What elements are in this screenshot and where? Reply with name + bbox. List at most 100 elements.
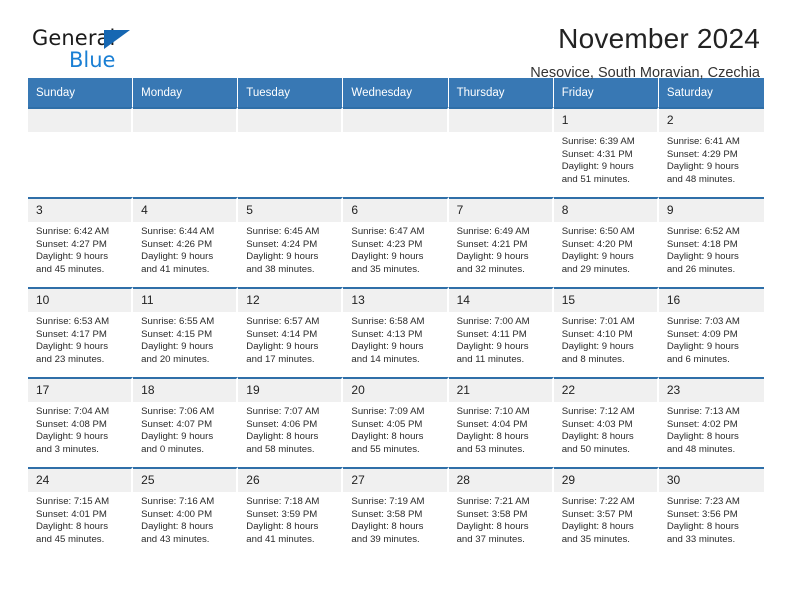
sunset-text: Sunset: 4:01 PM xyxy=(36,508,107,520)
daylight-text-line1: Daylight: 9 hours xyxy=(456,251,529,263)
day-sun-details: Sunrise: 7:13 AM Sunset: 4:02 PM Daylight:… xyxy=(659,402,764,456)
sunrise-text: Sunrise: 7:07 AM xyxy=(246,406,320,417)
daylight-text-line1: Daylight: 9 hours xyxy=(351,341,424,353)
sunset-text: Sunset: 4:05 PM xyxy=(351,418,423,430)
sunrise-text: Sunrise: 7:04 AM xyxy=(36,406,110,417)
calendar-day-cell[interactable]: 18 Sunrise: 7:06 AM Sunset: 4:07 PM Dayligh… xyxy=(133,377,239,467)
calendar-day-cell[interactable]: 15 Sunrise: 7:01 AM Sunset: 4:10 PM Dayligh… xyxy=(553,287,659,377)
day-number: 24 xyxy=(28,469,132,492)
calendar-day-cell[interactable]: 27 Sunrise: 7:19 AM Sunset: 3:58 PM Dayligh… xyxy=(343,467,449,557)
sunset-text: Sunset: 3:58 PM xyxy=(456,508,528,520)
calendar-day-cell[interactable]: 2 Sunrise: 6:41 AM Sunset: 4:29 PM Daylight… xyxy=(658,107,764,197)
sunrise-text: Sunrise: 7:18 AM xyxy=(246,496,320,507)
day-sun-details: Sunrise: 7:16 AM Sunset: 4:00 PM Daylight:… xyxy=(133,492,236,546)
calendar-day-cell[interactable]: 30 Sunrise: 7:23 AM Sunset: 3:56 PM Dayligh… xyxy=(658,467,764,557)
day-sun-details: Sunrise: 7:23 AM Sunset: 3:56 PM Daylight:… xyxy=(659,492,764,546)
daylight-text-line2: and 20 minutes. xyxy=(141,353,210,365)
calendar-day-cell[interactable]: 11 Sunrise: 6:55 AM Sunset: 4:15 PM Dayligh… xyxy=(133,287,239,377)
calendar-day-cell[interactable]: 20 Sunrise: 7:09 AM Sunset: 4:05 PM Dayligh… xyxy=(343,377,449,467)
title-block: November 2024 Nesovice, South Moravian, … xyxy=(530,22,760,83)
daylight-text-line1: Daylight: 9 hours xyxy=(561,341,634,353)
day-sun-details: Sunrise: 6:47 AM Sunset: 4:23 PM Daylight:… xyxy=(343,222,446,276)
calendar-grid: Sunday Monday Tuesday Wednesday Thursday Frid… xyxy=(28,78,764,557)
daylight-text-line2: and 41 minutes. xyxy=(246,533,315,545)
day-sun-details: Sunrise: 7:00 AM Sunset: 4:11 PM Daylight:… xyxy=(449,312,552,366)
day-number: 20 xyxy=(343,379,447,402)
day-sun-details: Sunrise: 6:39 AM Sunset: 4:31 PM Daylight:… xyxy=(554,132,657,186)
sunset-text: Sunset: 4:14 PM xyxy=(246,328,318,340)
day-sun-details: Sunrise: 6:53 AM Sunset: 4:17 PM Daylight:… xyxy=(28,312,131,366)
day-number xyxy=(238,109,342,132)
day-number: 9 xyxy=(658,199,764,222)
daylight-text-line1: Daylight: 8 hours xyxy=(351,521,424,533)
day-sun-details: Sunrise: 6:42 AM Sunset: 4:27 PM Daylight:… xyxy=(28,222,131,276)
sunrise-text: Sunrise: 6:50 AM xyxy=(561,226,635,237)
day-sun-details: Sunrise: 6:44 AM Sunset: 4:26 PM Daylight:… xyxy=(133,222,236,276)
calendar-day-cell[interactable]: 14 Sunrise: 7:00 AM Sunset: 4:11 PM Dayligh… xyxy=(448,287,554,377)
sunset-text: Sunset: 4:24 PM xyxy=(246,238,318,250)
day-sun-details: Sunrise: 7:21 AM Sunset: 3:58 PM Daylight:… xyxy=(449,492,552,546)
calendar-day-cell[interactable]: 16 Sunrise: 7:03 AM Sunset: 4:09 PM Dayligh… xyxy=(658,287,764,377)
calendar-day-cell[interactable]: 13 Sunrise: 6:58 AM Sunset: 4:13 PM Dayligh… xyxy=(343,287,449,377)
daylight-text-line2: and 48 minutes. xyxy=(666,173,736,185)
daylight-text-line2: and 37 minutes. xyxy=(456,533,525,545)
daylight-text-line2: and 45 minutes. xyxy=(36,263,105,275)
sunrise-text: Sunrise: 7:21 AM xyxy=(456,496,530,507)
day-number: 18 xyxy=(133,379,237,402)
day-sun-details: Sunrise: 7:03 AM Sunset: 4:09 PM Daylight:… xyxy=(659,312,764,366)
daylight-text-line1: Daylight: 9 hours xyxy=(141,341,214,353)
sunrise-text: Sunrise: 7:22 AM xyxy=(561,496,635,507)
calendar-day-cell[interactable]: 25 Sunrise: 7:16 AM Sunset: 4:00 PM Dayligh… xyxy=(133,467,239,557)
daylight-text-line2: and 8 minutes. xyxy=(561,353,625,365)
calendar-day-cell[interactable]: 23 Sunrise: 7:13 AM Sunset: 4:02 PM Dayligh… xyxy=(658,377,764,467)
calendar-day-cell[interactable]: 26 Sunrise: 7:18 AM Sunset: 3:59 PM Dayligh… xyxy=(238,467,344,557)
sunrise-text: Sunrise: 6:49 AM xyxy=(456,226,530,237)
day-sun-details: Sunrise: 7:01 AM Sunset: 4:10 PM Daylight:… xyxy=(554,312,657,366)
sunrise-text: Sunrise: 7:12 AM xyxy=(561,406,635,417)
sunrise-text: Sunrise: 6:47 AM xyxy=(351,226,425,237)
calendar-day-cell[interactable]: 22 Sunrise: 7:12 AM Sunset: 4:03 PM Dayligh… xyxy=(553,377,659,467)
sunrise-text: Sunrise: 6:45 AM xyxy=(246,226,320,237)
calendar-day-cell[interactable]: 3 Sunrise: 6:42 AM Sunset: 4:27 PM Daylight… xyxy=(28,197,134,287)
day-number: 3 xyxy=(28,199,132,222)
daylight-text-line2: and 55 minutes. xyxy=(351,443,420,455)
calendar-day-cell[interactable]: 7 Sunrise: 6:49 AM Sunset: 4:21 PM Daylight… xyxy=(448,197,554,287)
calendar-day-cell[interactable]: 9 Sunrise: 6:52 AM Sunset: 4:18 PM Daylight… xyxy=(658,197,764,287)
calendar-day-cell[interactable]: 17 Sunrise: 7:04 AM Sunset: 4:08 PM Dayligh… xyxy=(28,377,134,467)
weekday-header-wednesday: Wednesday xyxy=(343,78,449,107)
sunset-text: Sunset: 4:00 PM xyxy=(141,508,213,520)
calendar-day-cell[interactable]: 24 Sunrise: 7:15 AM Sunset: 4:01 PM Dayligh… xyxy=(28,467,134,557)
calendar-day-cell[interactable]: 19 Sunrise: 7:07 AM Sunset: 4:06 PM Dayligh… xyxy=(238,377,344,467)
calendar-day-cell[interactable]: 10 Sunrise: 6:53 AM Sunset: 4:17 PM Dayligh… xyxy=(28,287,134,377)
daylight-text-line2: and 26 minutes. xyxy=(666,263,736,275)
daylight-text-line1: Daylight: 9 hours xyxy=(561,161,634,173)
sunset-text: Sunset: 4:08 PM xyxy=(36,418,107,430)
daylight-text-line2: and 48 minutes. xyxy=(666,443,736,455)
calendar-day-cell[interactable]: 1 Sunrise: 6:39 AM Sunset: 4:31 PM Daylight… xyxy=(553,107,659,197)
daylight-text-line1: Daylight: 9 hours xyxy=(561,251,634,263)
calendar-day-cell[interactable]: 5 Sunrise: 6:45 AM Sunset: 4:24 PM Daylight… xyxy=(238,197,344,287)
day-number: 15 xyxy=(553,289,657,312)
day-number: 4 xyxy=(133,199,237,222)
daylight-text-line1: Daylight: 8 hours xyxy=(351,431,424,443)
day-sun-details: Sunrise: 6:41 AM Sunset: 4:29 PM Daylight:… xyxy=(659,132,764,186)
day-number: 19 xyxy=(238,379,342,402)
day-sun-details: Sunrise: 7:19 AM Sunset: 3:58 PM Daylight:… xyxy=(343,492,446,546)
daylight-text-line1: Daylight: 9 hours xyxy=(666,161,739,173)
calendar-day-cell[interactable]: 21 Sunrise: 7:10 AM Sunset: 4:04 PM Dayligh… xyxy=(448,377,554,467)
calendar-day-cell[interactable]: 29 Sunrise: 7:22 AM Sunset: 3:57 PM Dayligh… xyxy=(553,467,659,557)
daylight-text-line1: Daylight: 8 hours xyxy=(561,431,634,443)
calendar-day-cell[interactable]: 8 Sunrise: 6:50 AM Sunset: 4:20 PM Daylight… xyxy=(553,197,659,287)
calendar-day-cell[interactable]: 4 Sunrise: 6:44 AM Sunset: 4:26 PM Daylight… xyxy=(133,197,239,287)
calendar-day-cell[interactable]: 6 Sunrise: 6:47 AM Sunset: 4:23 PM Daylight… xyxy=(343,197,449,287)
sunset-text: Sunset: 4:06 PM xyxy=(246,418,318,430)
sunrise-text: Sunrise: 6:55 AM xyxy=(141,316,215,327)
day-number: 1 xyxy=(553,109,657,132)
daylight-text-line1: Daylight: 8 hours xyxy=(246,431,319,443)
sunrise-text: Sunrise: 7:06 AM xyxy=(141,406,215,417)
calendar-day-cell[interactable]: 12 Sunrise: 6:57 AM Sunset: 4:14 PM Dayligh… xyxy=(238,287,344,377)
logo-triangle-icon xyxy=(104,30,130,49)
sunset-text: Sunset: 4:29 PM xyxy=(666,148,738,160)
calendar-day-cell[interactable]: 28 Sunrise: 7:21 AM Sunset: 3:58 PM Dayligh… xyxy=(448,467,554,557)
sunrise-text: Sunrise: 6:52 AM xyxy=(666,226,740,237)
